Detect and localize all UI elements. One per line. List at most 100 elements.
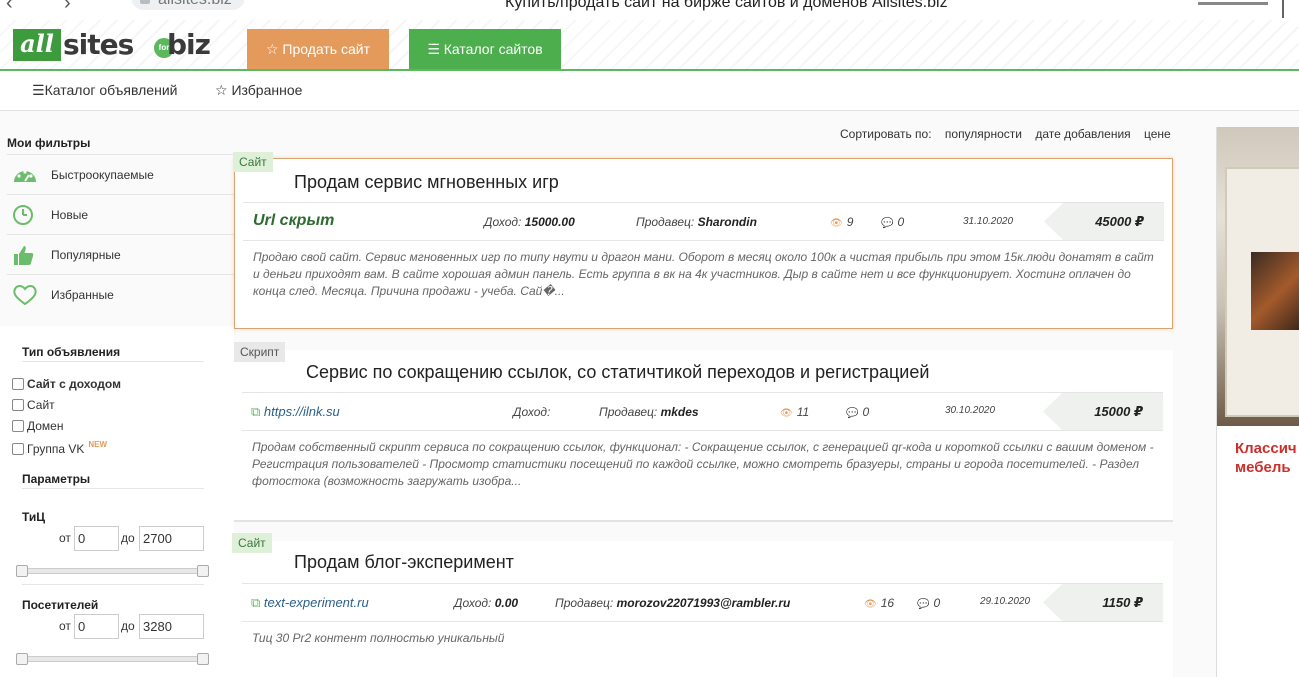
filter-panel: Тип объявления Сайт с доходом Сайт Домен…: [0, 326, 234, 677]
listing-seller: Продавец: mkdes: [599, 405, 699, 419]
listing-income: Доход: 0.00: [454, 596, 518, 610]
listing-seller: Продавец: morozov22071993@rambler.ru: [555, 596, 790, 610]
seller-label: Продавец:: [599, 405, 658, 419]
nav-ads-catalog-label: Каталог объявлений: [44, 82, 178, 98]
tic-slider[interactable]: [16, 565, 209, 577]
checkbox[interactable]: [12, 399, 24, 411]
listing-url-text[interactable]: https://ilnk.su: [264, 404, 340, 419]
price-tag: 45000 ₽: [1044, 203, 1164, 240]
type-label: Сайт с доходом: [27, 377, 121, 391]
listing-seller: Продавец: Sharondin: [636, 215, 757, 229]
views-count: 16: [880, 596, 895, 610]
slider-min-handle[interactable]: [16, 653, 28, 665]
checkbox[interactable]: [12, 378, 24, 390]
income-value: 0.00: [494, 596, 519, 610]
external-link-icon: ⧉: [251, 595, 261, 610]
menu-icon: ☰: [32, 82, 45, 98]
visitors-from-input[interactable]: [74, 614, 119, 639]
listing-income: Доход: 15000.00: [484, 215, 575, 229]
nav-ads-catalog[interactable]: ☰Каталог объявлений: [32, 82, 177, 99]
listing-type-badge: Скрипт: [234, 342, 286, 362]
listing-title[interactable]: Сервис по сокращению ссылок, со статичти…: [306, 362, 929, 383]
type-label: Группа VK: [27, 442, 85, 456]
divider: [22, 361, 204, 362]
tic-label: ТиЦ: [22, 510, 46, 524]
minimize-icon[interactable]: [1198, 2, 1268, 5]
listing-price: 45000 ₽: [1095, 214, 1144, 229]
site-catalog-label: Каталог сайтов: [443, 41, 543, 57]
site-header: all sites for biz ☆ Продать сайт ☰ Катал…: [0, 20, 1299, 71]
star-icon: ☆: [215, 82, 228, 98]
seller-value[interactable]: morozov22071993@rambler.ru: [617, 596, 791, 610]
filter-quick-payback[interactable]: Быстроокупаемые: [7, 154, 234, 194]
listing-title[interactable]: Продам блог-эксперимент: [294, 552, 514, 573]
sort-date[interactable]: дате добавления: [1035, 127, 1130, 141]
listing-url-text[interactable]: text-experiment.ru: [264, 595, 369, 610]
forward-arrow-icon[interactable]: ›: [64, 0, 71, 15]
listing-url: Url скрыт: [253, 212, 335, 229]
filter-favorites[interactable]: Избранные: [7, 274, 234, 314]
visitors-slider[interactable]: [16, 653, 209, 665]
tic-from-input[interactable]: [74, 526, 119, 551]
listing-type-title: Тип объявления: [22, 345, 121, 359]
listing-card[interactable]: Сайт Продам сервис мгновенных игр Url ск…: [233, 152, 1173, 329]
type-domain[interactable]: Домен: [12, 419, 64, 433]
listing-type-badge: Сайт: [233, 152, 273, 172]
ad-text-line1: Классич: [1235, 440, 1297, 457]
sort-price[interactable]: цене: [1144, 127, 1171, 141]
ad-text[interactable]: Классич мебель: [1235, 439, 1297, 477]
site-catalog-button[interactable]: ☰ Каталог сайтов: [409, 29, 561, 69]
slider-max-handle[interactable]: [197, 653, 209, 665]
seller-value[interactable]: mkdes: [661, 405, 699, 419]
checkbox[interactable]: [12, 420, 24, 432]
ad-image[interactable]: [1217, 127, 1299, 426]
slider-min-handle[interactable]: [16, 565, 28, 577]
type-vk-group[interactable]: Группа VK NEW: [12, 440, 107, 456]
ad-banner[interactable]: Классич мебель: [1216, 127, 1299, 677]
sell-site-label: Продать сайт: [282, 41, 371, 57]
views-count: 11: [796, 405, 810, 419]
listing-comments: 💬 0: [846, 405, 869, 419]
nav-favorites[interactable]: ☆ Избранное: [215, 82, 302, 99]
listing-date: 29.10.2020: [980, 596, 1031, 607]
filter-popular[interactable]: Популярные: [7, 234, 234, 274]
thumbs-up-icon: [14, 246, 34, 265]
back-arrow-icon[interactable]: ‹: [6, 0, 13, 15]
listing-views: 👁 16: [864, 596, 894, 610]
filter-label: Быстроокупаемые: [51, 168, 154, 182]
address-bar[interactable]: allsites.biz: [132, 0, 244, 10]
listing-info-bar: ⧉ text-experiment.ru Доход: 0.00 Продаве…: [242, 583, 1163, 622]
income-label: Доход:: [513, 405, 551, 419]
checkbox[interactable]: [12, 443, 24, 455]
listing-card[interactable]: Скрипт Сервис по сокращению ссылок, со с…: [234, 342, 1173, 522]
seller-value[interactable]: Sharondin: [698, 215, 757, 229]
nav-favorites-label: Избранное: [231, 82, 303, 98]
seller-label: Продавец:: [636, 215, 695, 229]
listing-info-bar: ⧉ https://ilnk.su Доход: Продавец: mkdes…: [242, 392, 1163, 431]
type-site[interactable]: Сайт: [12, 398, 55, 412]
visitors-to-input[interactable]: [139, 614, 204, 639]
sort-popularity[interactable]: популярности: [945, 127, 1022, 141]
slider-max-handle[interactable]: [197, 565, 209, 577]
type-site-with-income[interactable]: Сайт с доходом: [12, 377, 121, 391]
listing-url[interactable]: ⧉ https://ilnk.su: [251, 404, 340, 420]
divider: [22, 488, 204, 489]
slider-track: [20, 568, 205, 574]
logo-all: all: [13, 29, 61, 61]
tic-to-input[interactable]: [139, 526, 204, 551]
logo-sites: sites: [63, 28, 134, 61]
listing-url[interactable]: ⧉ text-experiment.ru: [251, 595, 369, 611]
sell-site-button[interactable]: ☆ Продать сайт: [247, 29, 389, 69]
comments-count: 0: [862, 405, 870, 419]
window-edge: [1282, 0, 1284, 18]
address-url[interactable]: allsites.biz: [158, 0, 232, 9]
listing-card[interactable]: Сайт Продам блог-эксперимент ⧉ text-expe…: [232, 533, 1173, 677]
listing-income: Доход:: [513, 405, 550, 419]
listing-title[interactable]: Продам сервис мгновенных игр: [294, 172, 559, 193]
new-badge: NEW: [88, 440, 108, 449]
income-value: 15000.00: [524, 215, 575, 229]
star-icon: ☆: [265, 41, 279, 57]
views-count: 9: [846, 215, 854, 229]
filter-label: Популярные: [51, 248, 121, 262]
filter-new[interactable]: Новые: [7, 194, 234, 234]
